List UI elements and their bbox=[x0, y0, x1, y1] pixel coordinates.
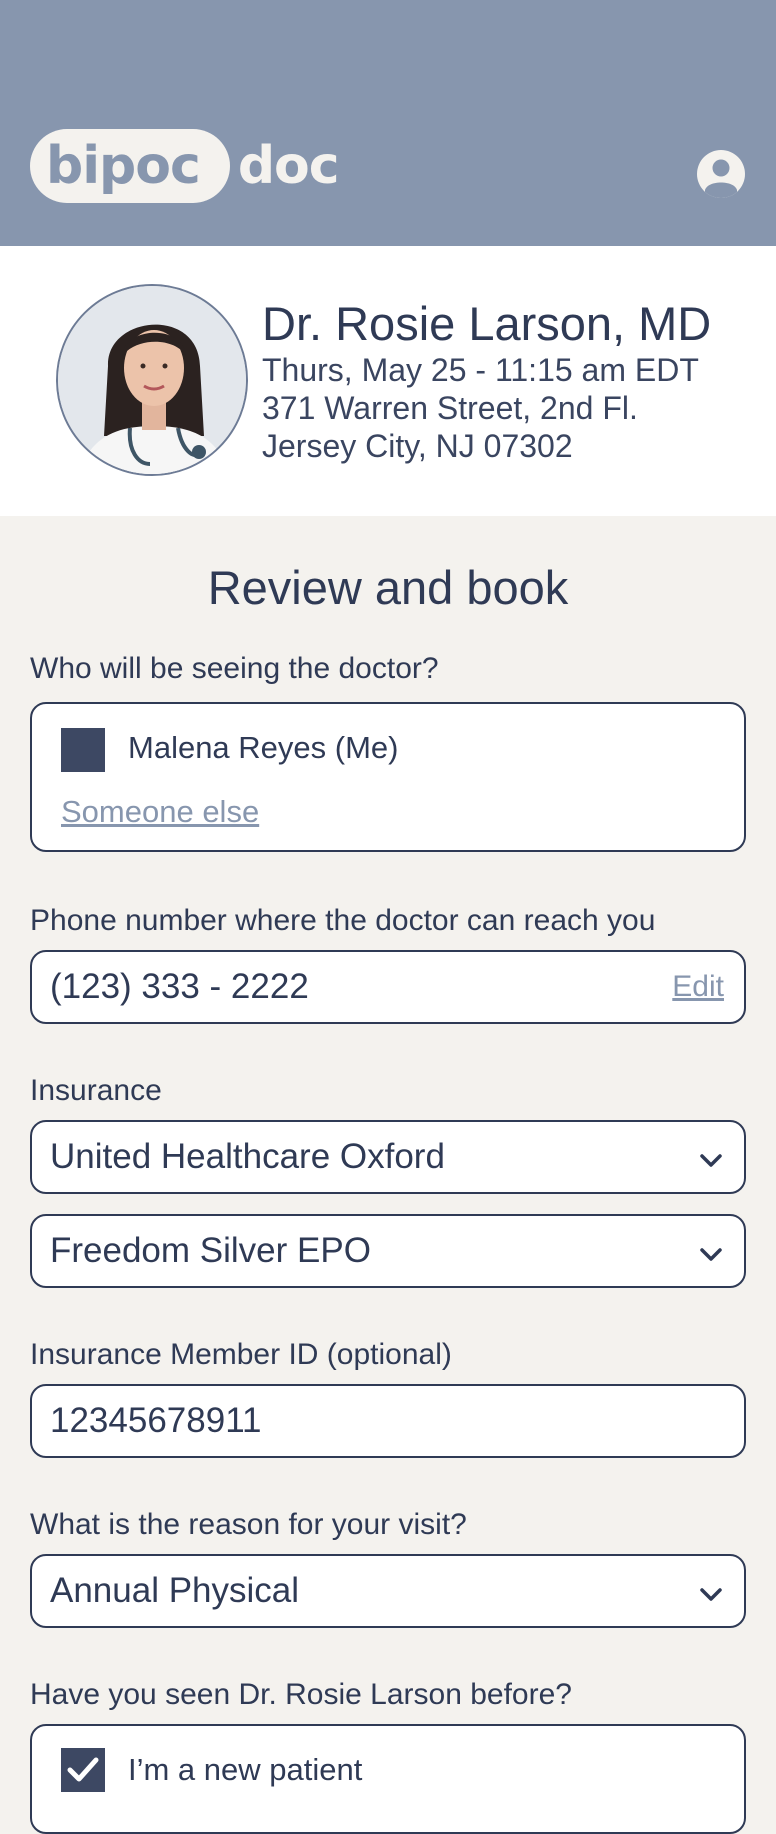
doctor-summary-card: Dr. Rosie Larson, MD Thurs, May 25 - 11:… bbox=[0, 246, 776, 516]
logo-pill-text: bipoc bbox=[46, 136, 201, 196]
user-circle-icon[interactable] bbox=[697, 150, 745, 198]
who-selected-name[interactable]: Malena Reyes (Me) bbox=[128, 730, 398, 766]
phone-label: Phone number where the doctor can reach … bbox=[30, 904, 656, 937]
insurance-label: Insurance bbox=[30, 1074, 162, 1107]
doctor-name: Dr. Rosie Larson, MD bbox=[262, 297, 712, 350]
reason-select[interactable]: Annual Physical bbox=[30, 1554, 746, 1628]
new-patient-checkbox[interactable] bbox=[61, 1748, 105, 1792]
chevron-down-icon bbox=[698, 1582, 724, 1608]
member-id-value: 12345678911 bbox=[50, 1401, 262, 1440]
who-label: Who will be seeing the doctor? bbox=[30, 652, 439, 685]
new-patient-label[interactable]: I’m a new patient bbox=[128, 1752, 362, 1788]
chevron-down-icon bbox=[698, 1148, 724, 1174]
seen-before-label: Have you seen Dr. Rosie Larson before? bbox=[30, 1678, 572, 1711]
doctor-address-line2: Jersey City, NJ 07302 bbox=[262, 428, 573, 464]
reason-value: Annual Physical bbox=[50, 1571, 300, 1610]
someone-else-link[interactable]: Someone else bbox=[61, 794, 259, 830]
doctor-address-line1: 371 Warren Street, 2nd Fl. bbox=[262, 390, 638, 426]
checkmark-icon bbox=[67, 1757, 99, 1782]
appointment-datetime: Thurs, May 25 - 11:15 am EDT bbox=[262, 352, 699, 388]
chevron-down-icon bbox=[698, 1242, 724, 1268]
who-selector: Malena Reyes (Me) Someone else bbox=[30, 702, 746, 852]
reason-label: What is the reason for your visit? bbox=[30, 1508, 467, 1541]
phone-value: (123) 333 - 2222 bbox=[50, 967, 309, 1006]
phone-edit-link[interactable]: Edit bbox=[672, 970, 724, 1004]
who-selected-indicator[interactable] bbox=[61, 728, 105, 772]
logo-pill: bipoc bbox=[30, 129, 230, 203]
phone-field[interactable]: (123) 333 - 2222 Edit bbox=[30, 950, 746, 1024]
member-id-field[interactable]: 12345678911 bbox=[30, 1384, 746, 1458]
insurance-plan-select[interactable]: Freedom Silver EPO bbox=[30, 1214, 746, 1288]
member-id-label: Insurance Member ID (optional) bbox=[30, 1338, 452, 1371]
logo-rest-text: doc bbox=[237, 136, 340, 196]
doctor-avatar bbox=[56, 284, 248, 476]
insurance-plan-value: Freedom Silver EPO bbox=[50, 1231, 371, 1270]
app-header: bipoc doc bbox=[0, 0, 776, 246]
seen-before-options: I’m a new patient bbox=[30, 1724, 746, 1834]
insurance-carrier-select[interactable]: United Healthcare Oxford bbox=[30, 1120, 746, 1194]
page-title: Review and book bbox=[207, 561, 569, 614]
insurance-carrier-value: United Healthcare Oxford bbox=[50, 1137, 445, 1176]
bipocdoc-logo[interactable]: bipoc doc bbox=[30, 129, 340, 203]
